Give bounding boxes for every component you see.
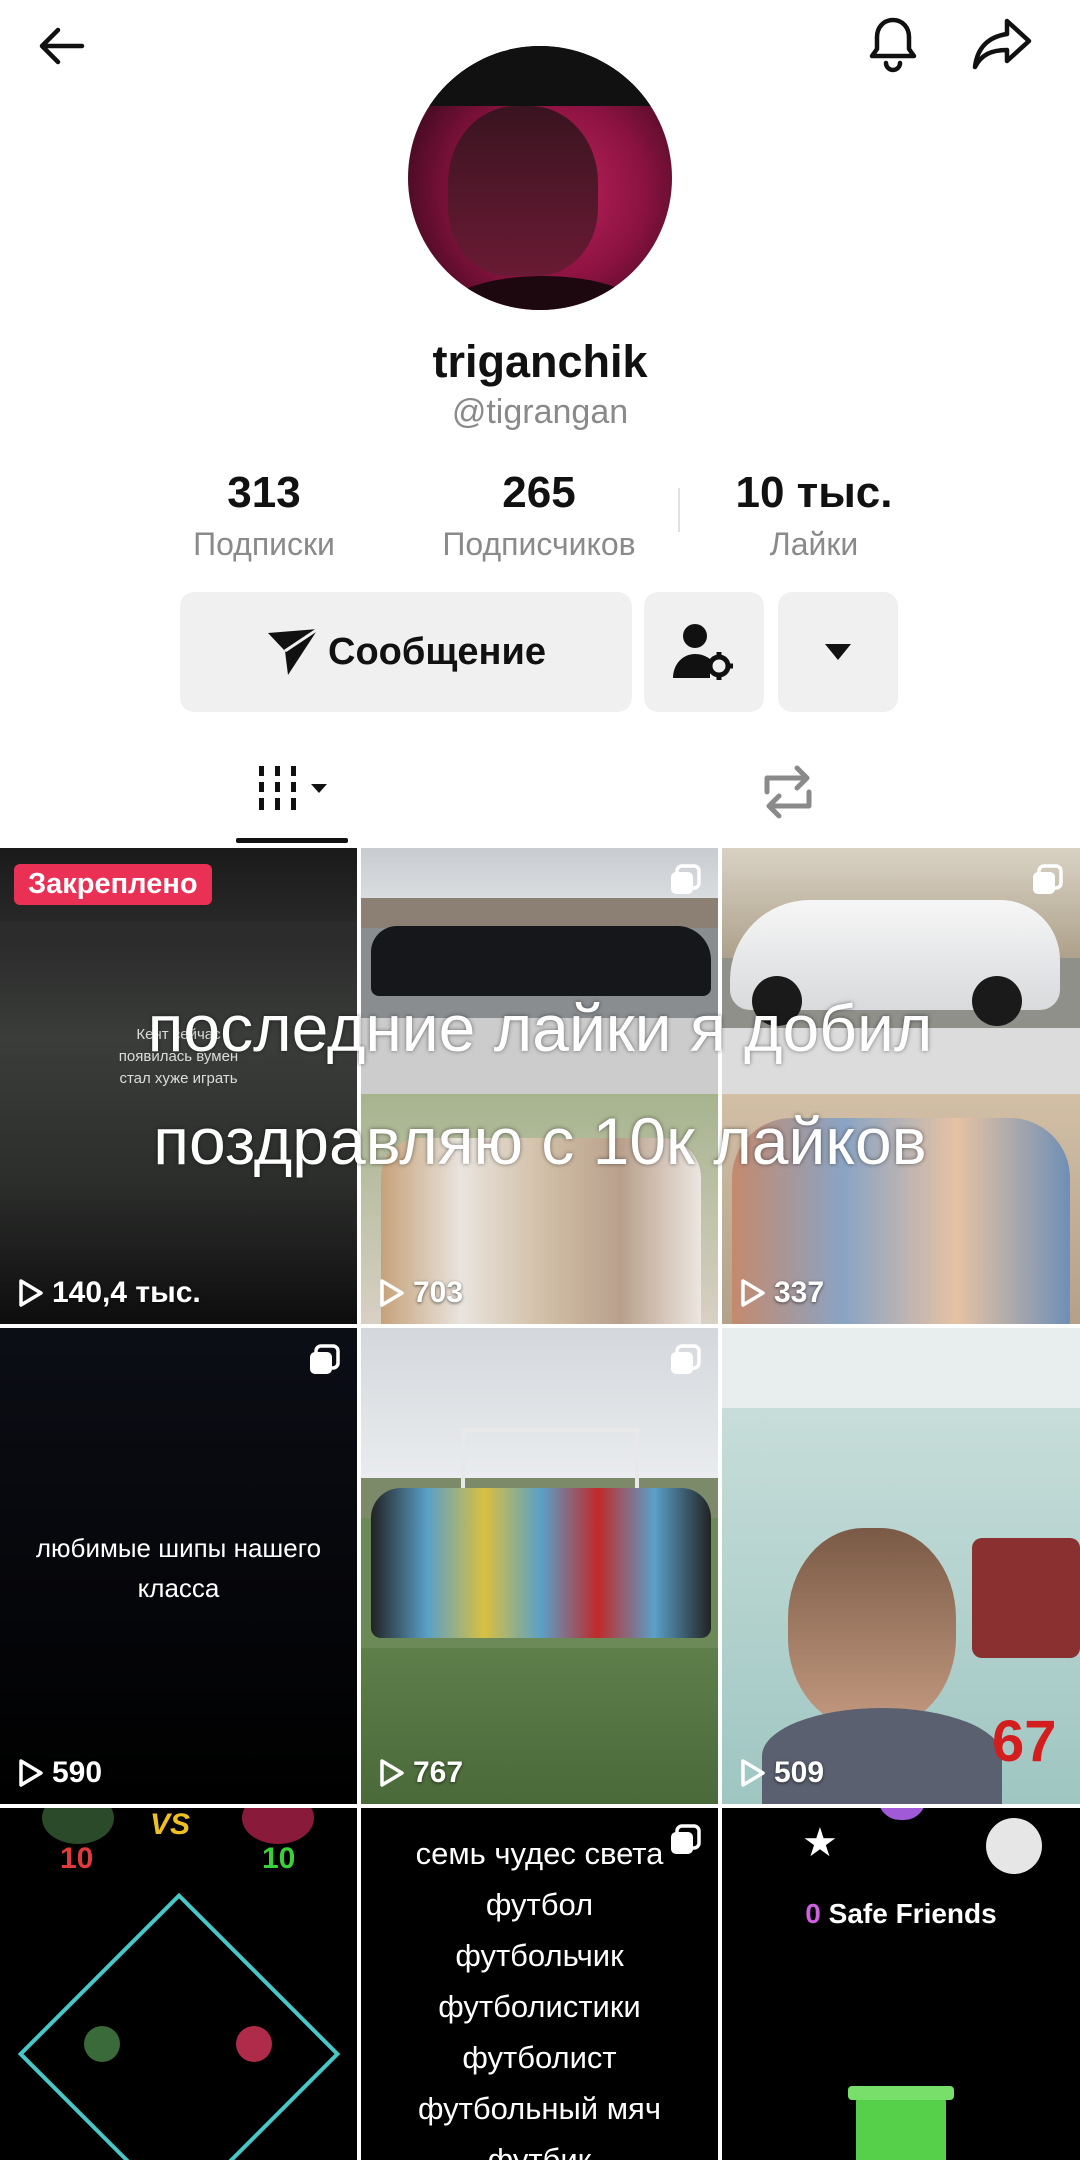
- caret-down-icon: [825, 644, 851, 660]
- video-text-line: любимые шипы нашего: [35, 1533, 322, 1563]
- multi-photo-icon: [1033, 864, 1063, 894]
- versus-label: VS: [150, 1808, 191, 1841]
- view-count: 140,4 тыс.: [18, 1276, 201, 1310]
- friend-settings-button[interactable]: [644, 592, 764, 712]
- video-thumbnail[interactable]: Кент сейчас появилась вумен стал хуже иг…: [0, 848, 357, 1324]
- view-count-value: 590: [52, 1756, 103, 1789]
- share-button[interactable]: [964, 8, 1040, 78]
- video-thumbnail[interactable]: 703: [361, 848, 718, 1324]
- video-text-line: семь чудес света: [415, 1836, 664, 1871]
- play-icon: [380, 1279, 404, 1307]
- play-icon: [19, 1279, 43, 1307]
- tab-reposts[interactable]: [744, 754, 832, 830]
- video-thumbnail[interactable]: 337: [722, 848, 1080, 1324]
- overlay-caption-line2: поздравляю с 10к лайков: [153, 1104, 927, 1178]
- profile-avatar[interactable]: [408, 46, 672, 310]
- grid-columns-icon: [259, 766, 327, 810]
- video-thumbnail[interactable]: ★ 0 Safe Friends: [722, 1808, 1080, 2160]
- multi-photo-icon: [671, 864, 701, 894]
- person-face: [788, 1528, 956, 1728]
- play-icon: [380, 1759, 404, 1787]
- stat-followers-value: 265: [502, 468, 576, 517]
- view-count: 590: [18, 1756, 102, 1790]
- tab-active-indicator: [236, 838, 348, 843]
- view-count-value: 703: [413, 1276, 464, 1309]
- team-photo: [371, 1488, 711, 1638]
- recycle-bin: [856, 2094, 946, 2160]
- play-icon: [741, 1759, 765, 1787]
- stat-following[interactable]: 313 Подписки: [134, 468, 394, 563]
- person-gear-icon: [673, 624, 733, 680]
- video-thumbnail[interactable]: любимые шипы нашего класса 590: [0, 1328, 357, 1804]
- stat-following-value: 313: [227, 468, 301, 517]
- view-count-value: 767: [413, 1756, 464, 1789]
- arrow-left-icon: [39, 27, 85, 65]
- view-count: 767: [379, 1756, 463, 1790]
- stat-followers-label: Подписчиков: [442, 526, 636, 562]
- video-text-line: футболистики: [438, 1989, 641, 2024]
- notifications-button[interactable]: [858, 8, 928, 78]
- username-handle: @tigrangan: [451, 393, 629, 431]
- paper-plane-icon: [268, 627, 319, 675]
- video-text-line: футболист: [462, 2040, 617, 2075]
- pinned-badge: Закреплено: [14, 864, 212, 905]
- display-name: triganchik: [432, 336, 648, 387]
- video-text-line: футбольный мяч: [418, 2091, 661, 2126]
- video-text-line: футбол: [485, 1887, 594, 1922]
- safe-friends-label: Safe Friends: [828, 1898, 997, 1929]
- message-button[interactable]: Сообщение: [180, 592, 632, 712]
- video-thumbnail[interactable]: семь чудес света футбол футбольчик футбо…: [361, 1808, 718, 2160]
- message-label: Сообщение: [328, 630, 546, 673]
- more-options-button[interactable]: [778, 592, 898, 712]
- play-icon: [19, 1759, 43, 1787]
- video-thumbnail[interactable]: 67 509: [722, 1328, 1080, 1804]
- video-text-line: футбольчик: [455, 1938, 624, 1973]
- view-count: 509: [740, 1756, 824, 1790]
- tab-videos[interactable]: [240, 748, 350, 832]
- stat-divider: [678, 488, 680, 532]
- score-right: 10: [262, 1842, 296, 1875]
- video-caption-line: стал хуже играть: [119, 1070, 238, 1087]
- share-arrow-icon: [972, 18, 1032, 70]
- play-icon: [741, 1279, 765, 1307]
- stat-likes[interactable]: 10 тыс. Лайки: [684, 468, 944, 563]
- video-text-line: класса: [137, 1573, 220, 1603]
- stat-following-label: Подписки: [193, 526, 335, 562]
- multi-photo-icon: [671, 1344, 701, 1374]
- stat-likes-label: Лайки: [769, 526, 859, 562]
- friends-counter: 0: [805, 1898, 821, 1929]
- overlay-caption-line1: последние лайки я добил: [147, 991, 933, 1065]
- repost-icon: [764, 765, 812, 819]
- video-thumbnail[interactable]: VS 10 10: [0, 1808, 357, 2160]
- back-button[interactable]: [30, 14, 94, 78]
- view-count-value: 337: [774, 1276, 825, 1309]
- stat-followers[interactable]: 265 Подписчиков: [409, 468, 669, 563]
- score-left: 10: [60, 1842, 94, 1875]
- stat-likes-value: 10 тыс.: [735, 468, 893, 517]
- video-grid: Кент сейчас появилась вумен стал хуже иг…: [0, 848, 1080, 2160]
- view-count: 337: [740, 1276, 824, 1310]
- view-count-value: 509: [774, 1756, 825, 1789]
- multi-photo-icon: [310, 1344, 340, 1374]
- game-diamond: [17, 1892, 341, 2160]
- view-count: 703: [379, 1276, 463, 1310]
- view-count-value: 140,4 тыс.: [52, 1276, 201, 1309]
- car-image: [371, 926, 711, 996]
- star-badge-icon: ★: [802, 1821, 838, 1865]
- sticker-number: 67: [992, 1709, 1057, 1774]
- video-text-line: футбик: [487, 2142, 592, 2160]
- video-thumbnail[interactable]: 767: [361, 1328, 718, 1804]
- multi-photo-icon: [671, 1824, 701, 1854]
- bell-icon: [869, 17, 917, 73]
